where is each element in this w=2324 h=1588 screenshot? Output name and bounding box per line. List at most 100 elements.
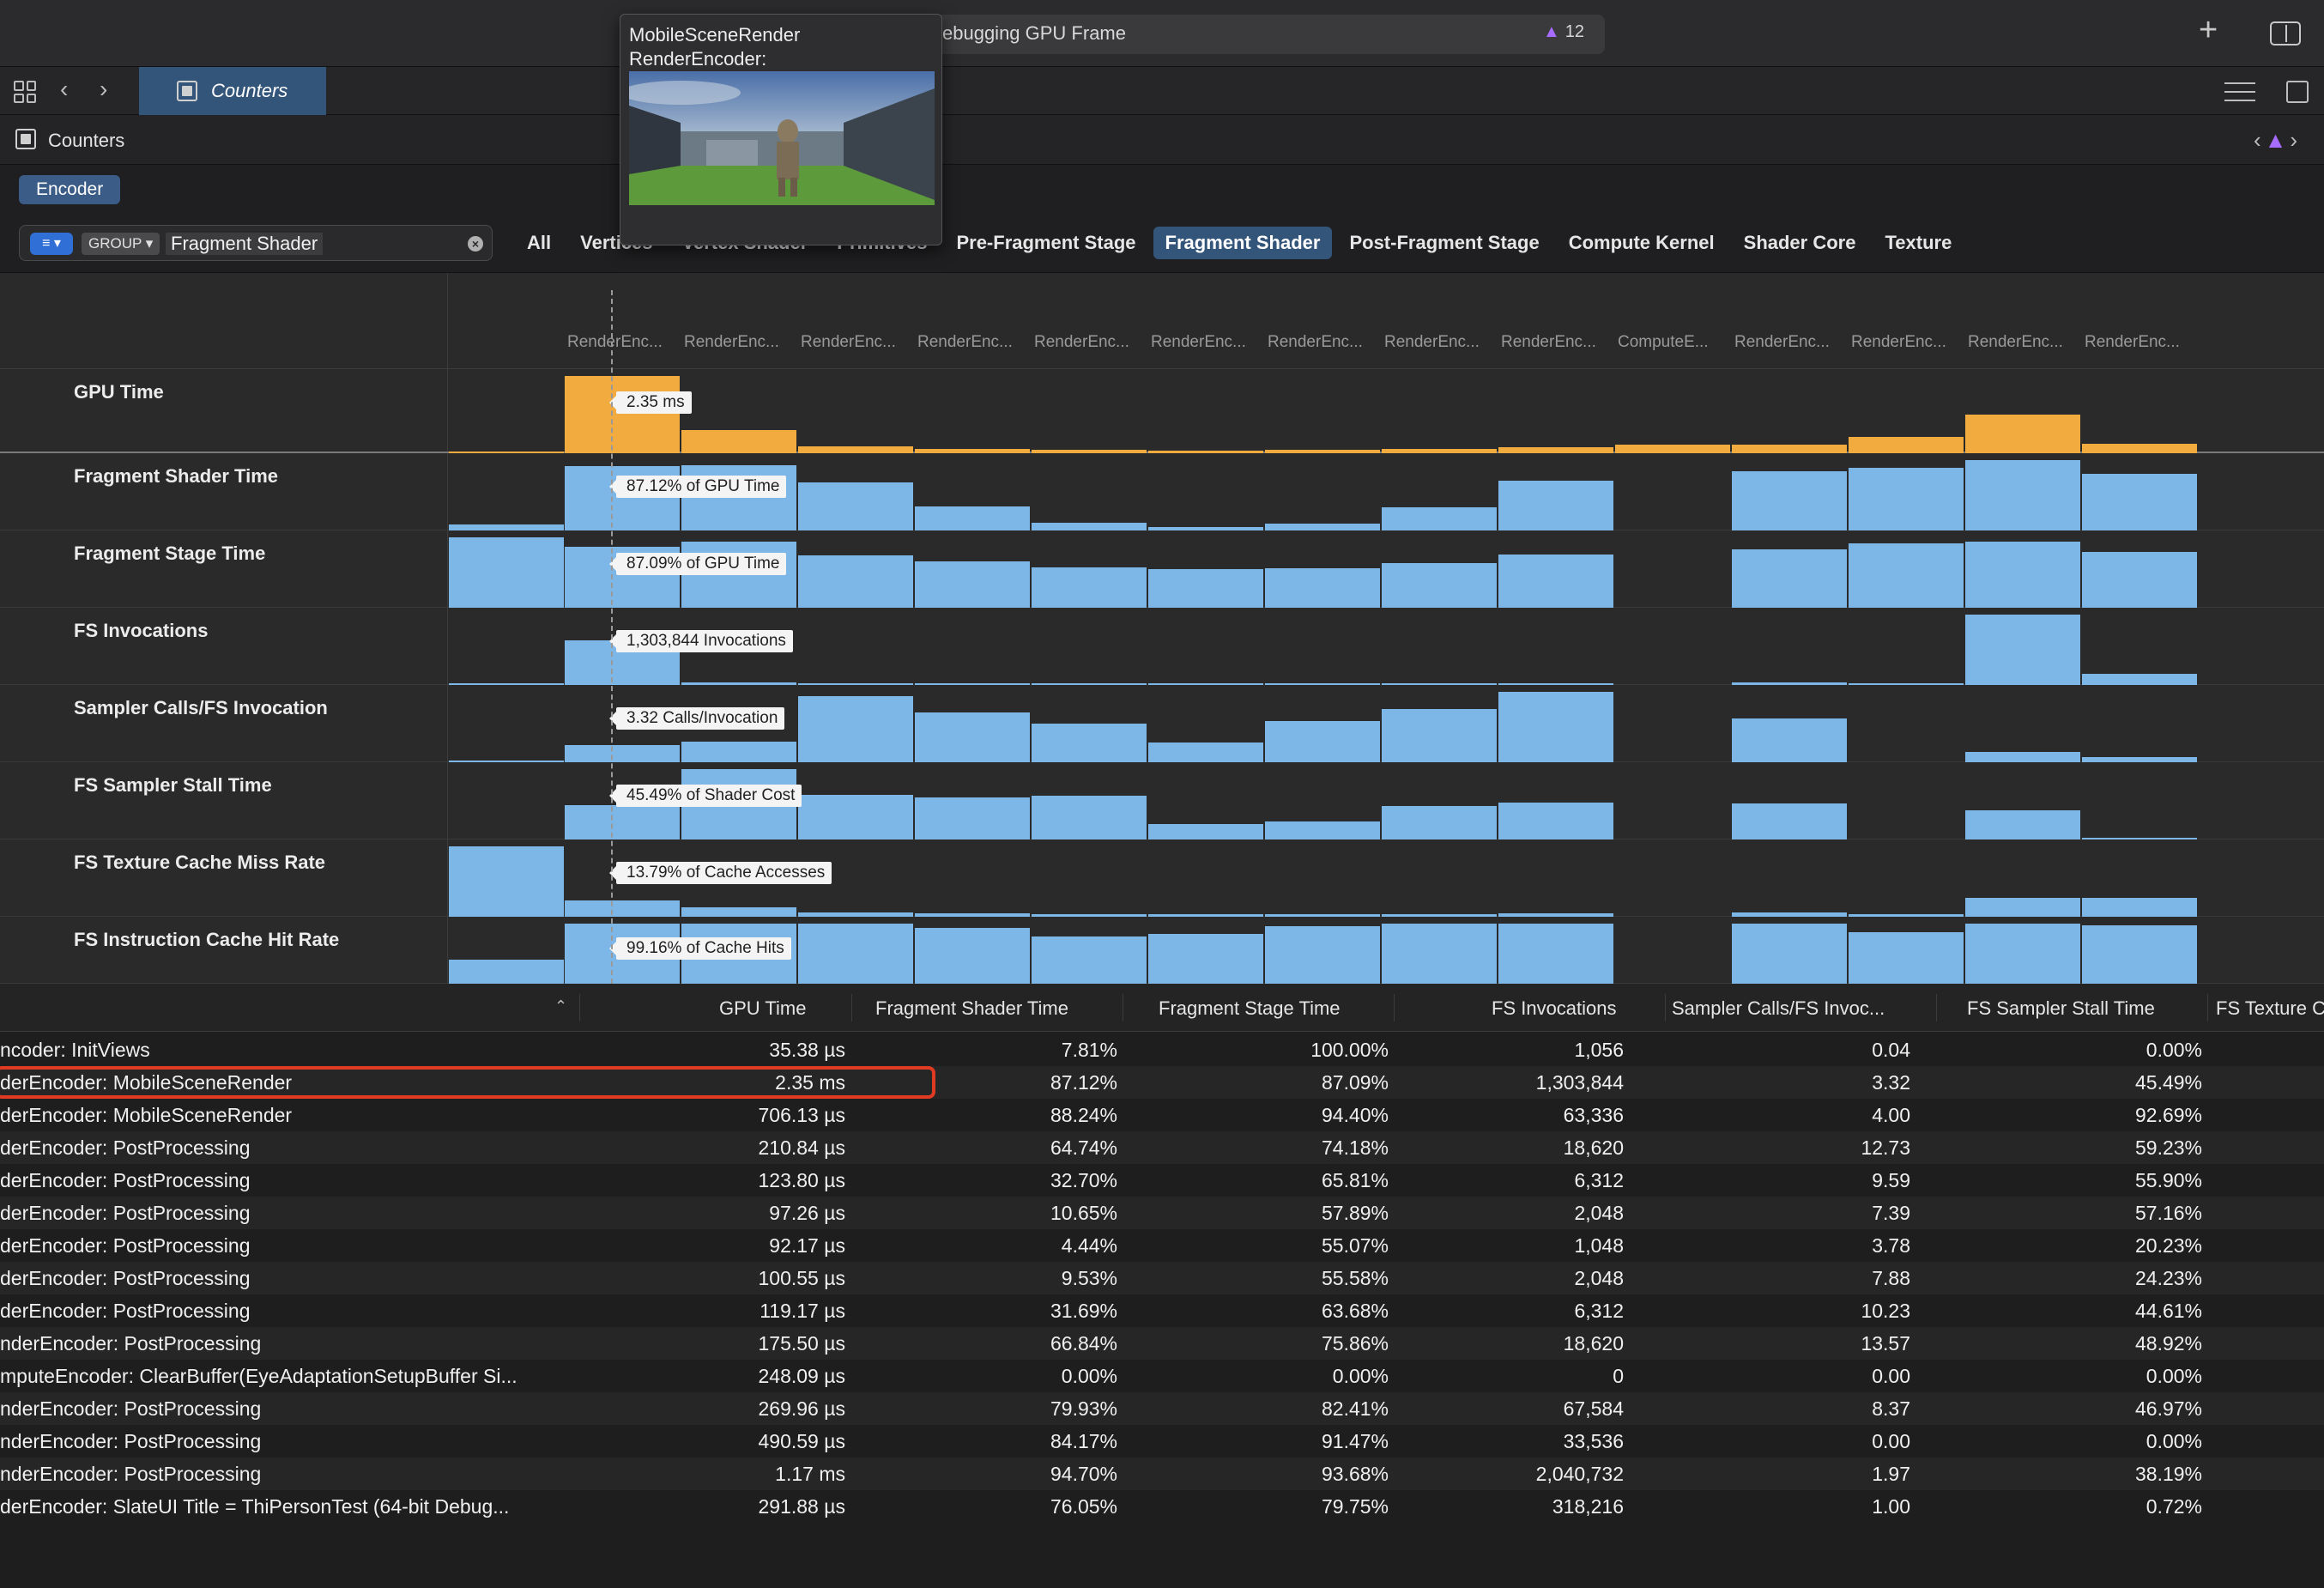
column-header-fragment-shader-time[interactable]: Fragment Shader Time (875, 997, 1068, 1020)
bar[interactable] (915, 506, 1030, 530)
forward-icon[interactable]: › (100, 77, 107, 101)
bar[interactable] (1732, 718, 1847, 762)
add-icon[interactable]: + (2199, 14, 2218, 46)
bar[interactable] (1148, 824, 1263, 839)
tab-fragment-shader[interactable]: Fragment Shader (1153, 227, 1333, 259)
table-row[interactable]: ncoder: InitViews 35.38 µs 7.81% 100.00% 1,0… (0, 1033, 2324, 1066)
encoder-column-label[interactable]: RenderEnc... (2085, 333, 2180, 352)
bar[interactable] (1965, 615, 2080, 685)
table-row[interactable]: derEncoder: PostProcessing 123.80 µs 32.70… (0, 1164, 2324, 1197)
table-row[interactable]: nderEncoder: PostProcessing 1.17 ms 94.70%… (0, 1458, 2324, 1490)
bar[interactable] (1732, 549, 1847, 608)
bar[interactable] (2082, 552, 2197, 608)
bar[interactable] (798, 482, 913, 530)
bar[interactable] (1965, 924, 2080, 984)
table-row[interactable]: nderEncoder: PostProcessing 175.50 µs 66.8… (0, 1327, 2324, 1360)
bar[interactable] (565, 900, 680, 917)
column-header-fragment-stage-time[interactable]: Fragment Stage Time (1159, 997, 1341, 1020)
back-icon[interactable]: ‹ (60, 77, 68, 101)
bar[interactable] (1849, 437, 1964, 453)
table-row[interactable]: derEncoder: PostProcessing 92.17 µs 4.44% 5… (0, 1229, 2324, 1262)
encoder-column-label[interactable]: RenderEnc... (1501, 333, 1596, 352)
column-header-sampler-calls-fs-invoc[interactable]: Sampler Calls/FS Invoc... (1672, 997, 1885, 1020)
column-divider[interactable] (1665, 994, 1666, 1021)
bar[interactable] (1965, 460, 2080, 530)
bar[interactable] (1498, 692, 1613, 762)
encoder-column-label[interactable]: RenderEnc... (1034, 333, 1129, 352)
bar[interactable] (1498, 924, 1613, 984)
encoder-group-button[interactable]: Encoder (19, 175, 121, 204)
bar[interactable] (1382, 924, 1497, 984)
metric-row-fs-instruction-cache-hit-rate[interactable]: FS Instruction Cache Hit Rate 99.16% of C… (0, 917, 2324, 984)
filter-value[interactable]: Fragment Shader (166, 233, 324, 255)
bar[interactable] (1265, 721, 1380, 762)
group-tag[interactable]: GROUP ▾ (82, 233, 160, 255)
tab-pre-fragment-stage[interactable]: Pre-Fragment Stage (944, 227, 1147, 259)
add-editor-icon[interactable] (2286, 81, 2309, 103)
bar[interactable] (915, 561, 1030, 608)
bar[interactable] (1965, 898, 2080, 917)
encoder-column-label[interactable]: ComputeE... (1618, 333, 1709, 352)
column-divider[interactable] (1394, 994, 1395, 1021)
metric-row-fragment-stage-time[interactable]: Fragment Stage Time 87.09% of GPU Time (0, 530, 2324, 608)
bar[interactable] (1148, 569, 1263, 608)
bar[interactable] (1965, 415, 2080, 453)
editor-options-icon[interactable] (2224, 82, 2255, 101)
bar[interactable] (1265, 524, 1380, 530)
bar[interactable] (2082, 925, 2197, 984)
bar[interactable] (798, 555, 913, 608)
bar[interactable] (565, 376, 680, 453)
bar[interactable] (449, 960, 564, 984)
bar[interactable] (2082, 898, 2197, 917)
bar[interactable] (1732, 445, 1847, 453)
column-divider[interactable] (579, 994, 580, 1021)
bar[interactable] (1382, 563, 1497, 608)
filter-icon[interactable]: ≡ ▾ (30, 233, 73, 255)
bar[interactable] (1032, 796, 1147, 839)
tab-counters[interactable]: Counters (139, 67, 326, 115)
bar[interactable] (1498, 447, 1613, 453)
sort-ascending-icon[interactable]: ⌃ (554, 997, 567, 1015)
bar[interactable] (1965, 810, 2080, 839)
bar[interactable] (449, 524, 564, 530)
bar[interactable] (798, 924, 913, 984)
column-header-gpu-time[interactable]: GPU Time (719, 997, 806, 1020)
encoder-column-label[interactable]: RenderEnc... (567, 333, 663, 352)
encoder-column-label[interactable]: RenderEnc... (1968, 333, 2063, 352)
table-row[interactable]: mputeEncoder: ClearBuffer(EyeAdaptationS… (0, 1360, 2324, 1392)
encoder-column-label[interactable]: RenderEnc... (801, 333, 896, 352)
tab-shader-core[interactable]: Shader Core (1732, 227, 1868, 259)
bar[interactable] (449, 846, 564, 917)
filter-field[interactable]: ≡ ▾ GROUP ▾ Fragment Shader × (19, 225, 493, 261)
issue-navigator[interactable]: ‹ ▲ › (2254, 127, 2297, 154)
grid-icon[interactable] (14, 81, 36, 103)
bar[interactable] (1032, 567, 1147, 608)
bar[interactable] (798, 696, 913, 762)
encoder-column-label[interactable]: RenderEnc... (1268, 333, 1363, 352)
table-row[interactable]: derEncoder: PostProcessing 97.26 µs 10.65%… (0, 1197, 2324, 1229)
metric-row-sampler-calls-fs-invocation[interactable]: Sampler Calls/FS Invocation 3.32 Calls/In… (0, 685, 2324, 762)
bar[interactable] (565, 805, 680, 839)
bar[interactable] (1498, 555, 1613, 608)
bar[interactable] (798, 795, 913, 839)
column-header-fs-texture-c[interactable]: FS Texture C (2216, 997, 2324, 1020)
bar[interactable] (1498, 803, 1613, 839)
bar[interactable] (681, 742, 796, 762)
bar[interactable] (915, 712, 1030, 762)
bar[interactable] (449, 537, 564, 608)
bar[interactable] (565, 745, 680, 762)
sidebar-toggle-icon[interactable] (2270, 21, 2301, 45)
bar[interactable] (1732, 471, 1847, 530)
table-row[interactable]: nderEncoder: PostProcessing 269.96 µs 79.9… (0, 1392, 2324, 1425)
bar[interactable] (1265, 821, 1380, 839)
bar[interactable] (1732, 803, 1847, 839)
bar[interactable] (1148, 934, 1263, 984)
bar[interactable] (681, 907, 796, 917)
tab-all[interactable]: All (515, 227, 563, 259)
next-issue-icon[interactable]: › (2290, 127, 2297, 153)
bar[interactable] (915, 928, 1030, 984)
encoder-column-label[interactable]: RenderEnc... (1384, 333, 1480, 352)
bar[interactable] (915, 797, 1030, 839)
bar[interactable] (1849, 932, 1964, 984)
bar[interactable] (1265, 568, 1380, 608)
